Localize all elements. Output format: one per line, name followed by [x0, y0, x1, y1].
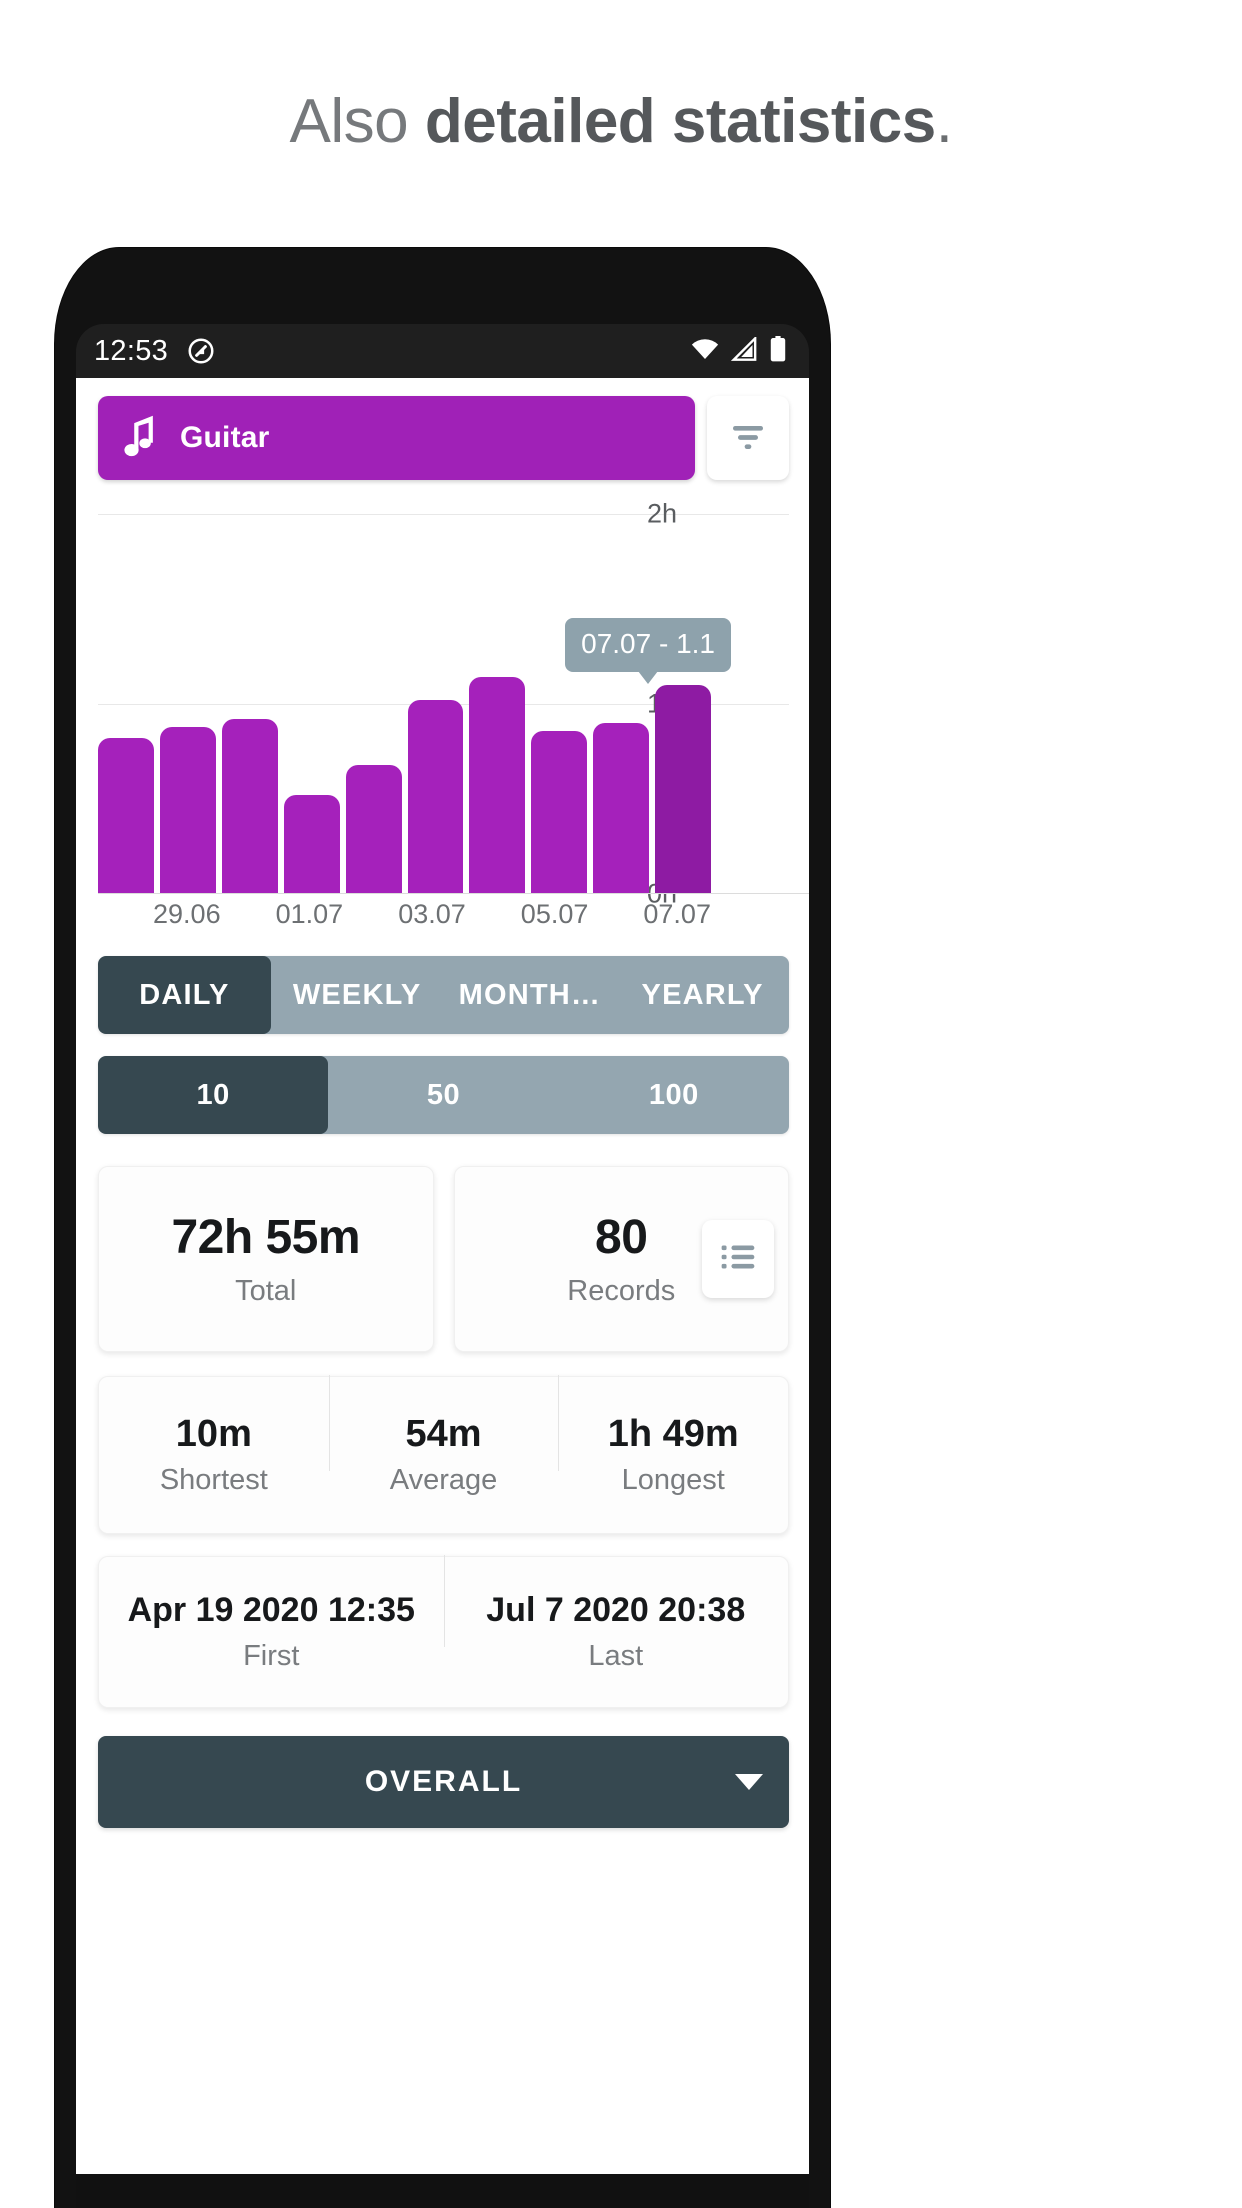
chart-bar[interactable]: [159, 726, 216, 894]
first-caption: First: [243, 1640, 300, 1672]
period-tabs: DAILY WEEKLY MONTH… YEARLY: [98, 956, 789, 1034]
chart-xtick: 03.07: [398, 899, 466, 929]
cell-signal-icon: [730, 334, 758, 366]
first-value: Apr 19 2020 12:35: [127, 1591, 415, 1629]
tab-weekly[interactable]: WEEKLY: [271, 956, 444, 1034]
tab-count-10[interactable]: 10: [98, 1056, 329, 1134]
music-note-icon: [124, 414, 158, 463]
category-label: Guitar: [180, 421, 270, 454]
chart-bar[interactable]: [98, 738, 154, 894]
tab-daily[interactable]: DAILY: [98, 956, 271, 1034]
status-bar: 12:53: [76, 324, 809, 378]
stat-first: Apr 19 2020 12:35 First: [99, 1591, 444, 1673]
chart-plot-area: 2h 1h 0h: [98, 499, 789, 909]
category-selector[interactable]: Guitar: [98, 396, 695, 480]
chart-bar[interactable]: [593, 723, 650, 894]
phone-bottom-bar: [76, 2174, 809, 2208]
chart-xtick: 01.07: [275, 899, 344, 929]
summary-cards: 72h 55m Total 80 Records: [98, 1166, 789, 1352]
stat-last: Jul 7 2020 20:38 Last: [443, 1555, 789, 1673]
headline-light: Also: [289, 87, 425, 156]
status-bar-clock: 12:53: [94, 334, 169, 367]
battery-full-icon: [769, 335, 787, 367]
records-card: 80 Records: [453, 1166, 789, 1352]
chart-xtick: 05.07: [520, 899, 589, 929]
list-icon: [720, 1242, 756, 1277]
phone-mockup: 12:53 Guitar 2h 07.07 - 1.1 29.06 01.07 …: [55, 248, 830, 2208]
total-value: 72h 55m: [171, 1211, 361, 1264]
shortest-value: 10m: [175, 1413, 252, 1455]
overall-dropdown[interactable]: OVERALL: [98, 1736, 789, 1828]
chart-xtick: 29.06: [153, 899, 221, 929]
chart-xticks: 29.06 01.07 03.07 05.07 07.07: [98, 894, 711, 934]
longest-value: 1h 49m: [607, 1413, 739, 1455]
chart-bars: [98, 514, 712, 894]
total-card: 72h 55m Total: [98, 1166, 434, 1352]
overall-label: OVERALL: [364, 1765, 523, 1798]
status-bar-icons: [690, 334, 787, 367]
chart-bar[interactable]: [407, 700, 464, 894]
chart-tooltip: 07.07 - 1.1: [565, 618, 731, 684]
average-value: 54m: [405, 1413, 482, 1455]
tab-yearly[interactable]: YEARLY: [616, 956, 789, 1034]
records-list-button[interactable]: [702, 1220, 774, 1298]
headline-bold: detailed statistics: [424, 87, 936, 156]
filter-button[interactable]: [707, 396, 789, 480]
records-value: 80: [595, 1211, 648, 1264]
bounds-card: Apr 19 2020 12:35 First Jul 7 2020 20:38…: [98, 1555, 789, 1708]
chart-bar[interactable]: [469, 677, 526, 894]
chart-bar-selected[interactable]: [655, 685, 712, 894]
page-title: Also detailed statistics.: [0, 0, 1242, 156]
chart-bar[interactable]: [283, 795, 340, 894]
stat-shortest: 10m Shortest: [99, 1413, 329, 1497]
duration-stats-card: 10m Shortest 54m Average 1h 49m Longest: [98, 1375, 789, 1534]
wifi-icon: [690, 337, 720, 366]
last-value: Jul 7 2020 20:38: [486, 1591, 746, 1629]
chart-bar[interactable]: [345, 764, 402, 894]
headline-dot: .: [935, 87, 953, 156]
chevron-down-icon: [735, 1774, 763, 1790]
tab-monthly[interactable]: MONTH…: [444, 956, 617, 1034]
chart-bar[interactable]: [531, 730, 588, 894]
tab-count-50[interactable]: 50: [328, 1056, 558, 1134]
do-not-disturb-icon: [186, 336, 216, 366]
records-caption: Records: [567, 1275, 676, 1307]
app-screen: Guitar 2h 07.07 - 1.1 29.06 01.07 03.07 …: [76, 378, 809, 2208]
stat-longest: 1h 49m Longest: [558, 1375, 788, 1497]
header-row: Guitar: [76, 378, 809, 480]
phone-screen-area: 12:53 Guitar 2h 07.07 - 1.1 29.06 01.07 …: [76, 324, 809, 2208]
stat-average: 54m Average: [328, 1375, 559, 1497]
tab-count-100[interactable]: 100: [559, 1056, 789, 1134]
chart-xtick: 07.07: [643, 899, 711, 929]
shortest-caption: Shortest: [159, 1464, 268, 1496]
longest-caption: Longest: [621, 1464, 725, 1496]
filter-icon: [728, 419, 768, 458]
last-caption: Last: [588, 1640, 644, 1672]
chart-bar[interactable]: [221, 719, 278, 894]
statistics-chart[interactable]: 2h 1h 0h: [98, 499, 809, 934]
count-tabs: 10 50 100: [98, 1056, 789, 1134]
total-caption: Total: [235, 1275, 297, 1307]
average-caption: Average: [389, 1464, 498, 1496]
